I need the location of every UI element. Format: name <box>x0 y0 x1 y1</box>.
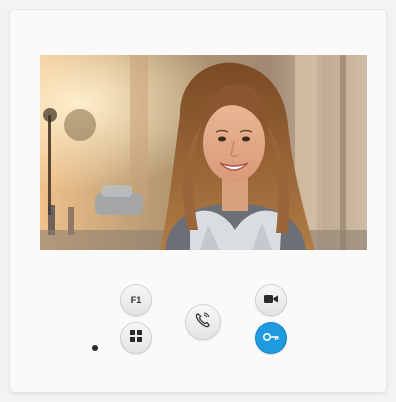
grid-icon <box>130 329 142 347</box>
f1-button[interactable]: F1 <box>121 285 151 315</box>
door-open-button[interactable] <box>256 323 286 353</box>
f1-label: F1 <box>130 295 142 305</box>
camera-button[interactable] <box>256 285 286 315</box>
status-led <box>92 345 98 351</box>
video-screen <box>40 55 367 250</box>
intercom-monitor: F1 <box>10 10 386 392</box>
camera-feed-image <box>40 55 367 250</box>
video-camera-icon <box>264 291 278 309</box>
key-icon <box>262 329 279 347</box>
menu-button[interactable] <box>121 323 151 353</box>
talk-button[interactable] <box>186 305 220 339</box>
handset-icon <box>195 312 211 333</box>
